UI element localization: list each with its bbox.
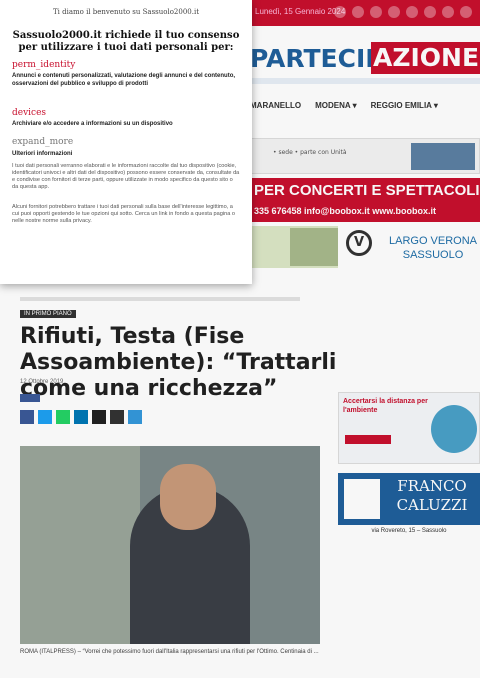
consent-greeting: Ti diamo il benvenuto su Sassuolo2000.it bbox=[52, 8, 200, 16]
consent-purpose-devices: Archiviare e/o accedere a informazioni s… bbox=[12, 121, 173, 127]
expand-more-icon[interactable]: expand_more bbox=[12, 137, 73, 147]
perm-identity-icon: perm_identity bbox=[12, 60, 76, 70]
consent-fine-print-2: Alcuni fornitori potrebbero trattare i t… bbox=[12, 204, 235, 224]
page: Lunedì, 15 Gennaio 2024 PARTECIP AZIONE … bbox=[0, 0, 480, 678]
consent-fine-print-1: I tuoi dati personali verranno elaborati… bbox=[12, 163, 240, 190]
consent-heading: Sassuolo2000.it richiede il tuo consenso… bbox=[12, 30, 240, 53]
devices-icon: devices bbox=[12, 108, 47, 118]
more-info-toggle[interactable]: Ulteriori informazioni bbox=[12, 151, 72, 157]
consent-dialog: Ti diamo il benvenuto su Sassuolo2000.it… bbox=[0, 0, 252, 284]
consent-purpose-personalization: Annunci e contenuti personalizzati, valu… bbox=[12, 73, 236, 87]
